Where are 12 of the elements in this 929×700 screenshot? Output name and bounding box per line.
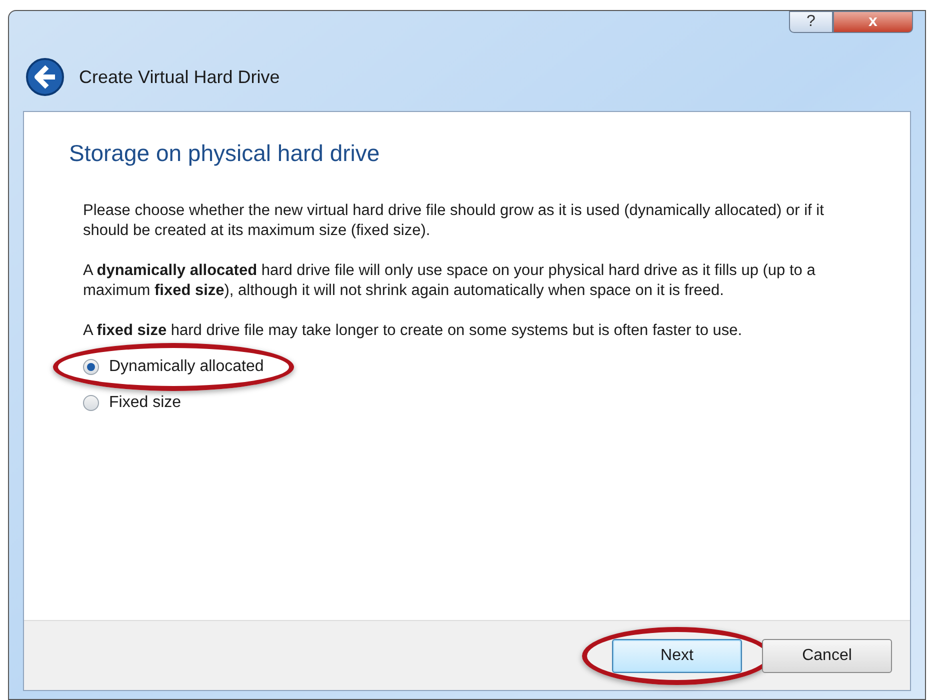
description-paragraph: Please choose whether the new virtual hard drive file should grow as it is used (dynamically allocated) or if it should be created at its maximum size (fixed size).	[82, 200, 825, 240]
page-heading: Storage on physical hard drive	[69, 139, 381, 168]
radio-button[interactable]	[83, 358, 99, 374]
radio-button[interactable]	[83, 394, 99, 410]
help-button[interactable]: ?	[789, 11, 833, 33]
next-button[interactable]: Next	[612, 638, 742, 672]
radio-label: Fixed size	[109, 392, 182, 412]
radio-label: Dynamically allocated	[109, 356, 264, 376]
cancel-button[interactable]: Cancel	[762, 638, 892, 672]
description-paragraph: A dynamically allocated hard drive file will only use space on your physical hard drive as it fills up (up to a maximum fixed size), although it will not shrink again automatically when space on it is freed.	[82, 260, 816, 300]
window-title: Create Virtual Hard Drive	[79, 66, 280, 88]
description-paragraph: A fixed size hard drive file may take longer to create on some systems but is often faster to use.	[82, 320, 744, 340]
